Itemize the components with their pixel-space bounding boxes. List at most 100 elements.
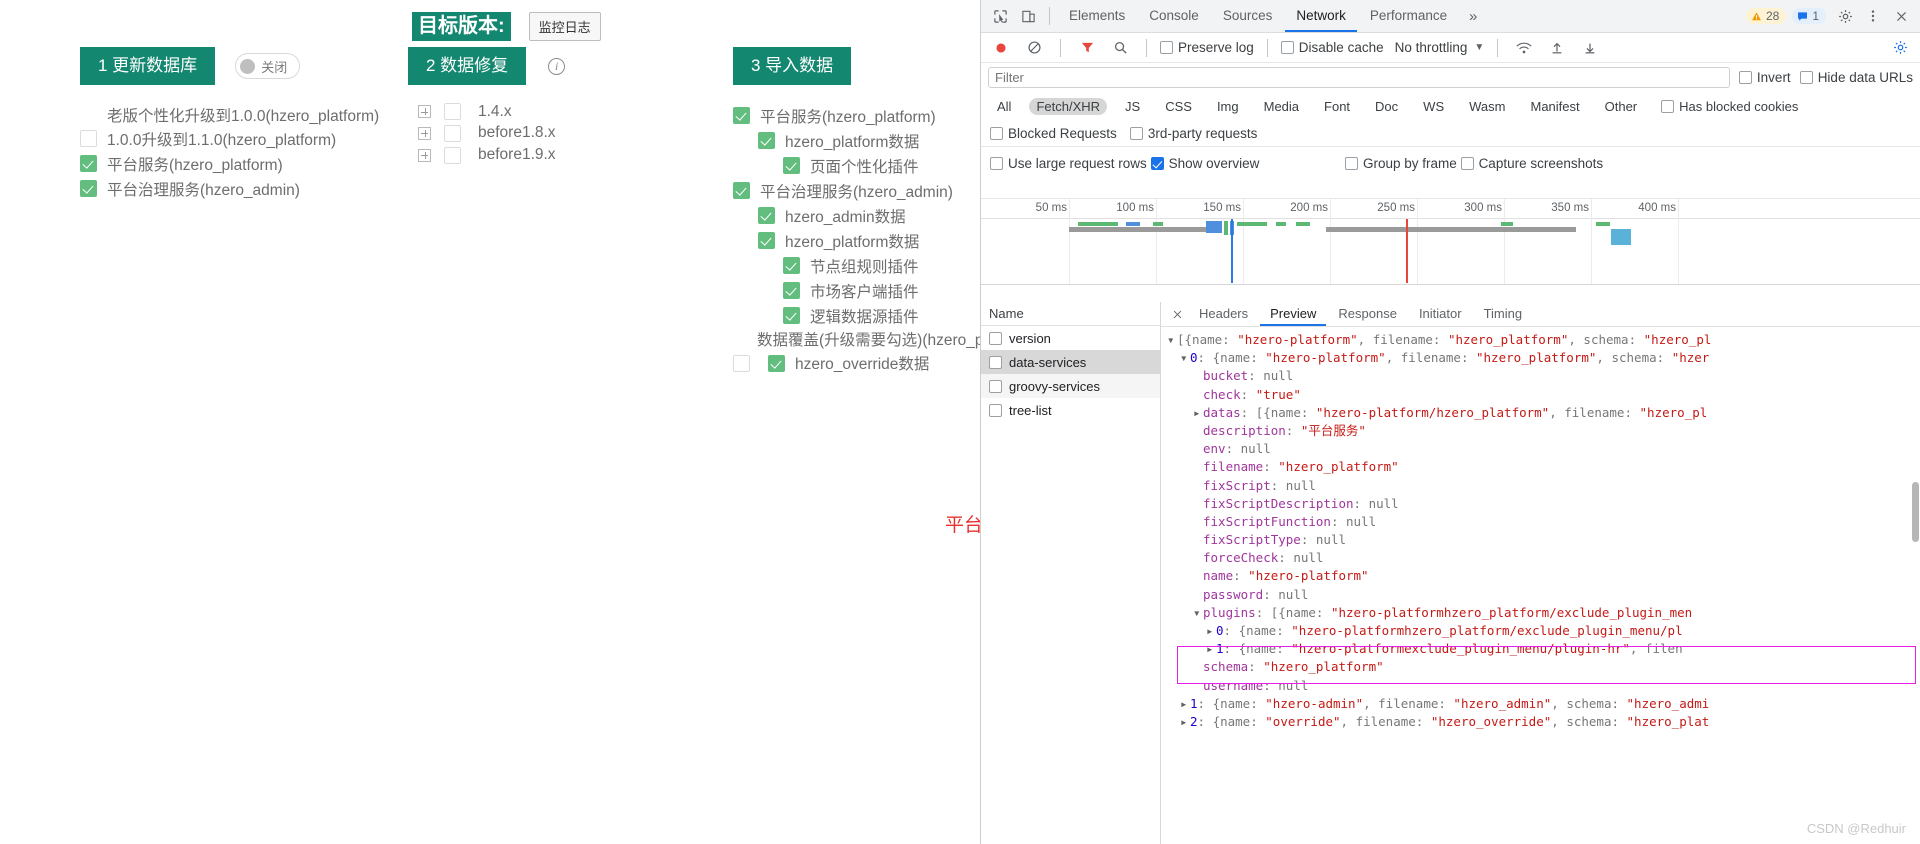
tree-node[interactable]: hzero_platform数据 (758, 128, 953, 153)
json-line[interactable]: 0: {name: "hzero-platformhzero_platform/… (1167, 622, 1920, 640)
filter-input[interactable] (988, 67, 1730, 88)
filter-manifest[interactable]: Manifest (1523, 98, 1586, 115)
checkbox[interactable] (758, 207, 775, 224)
json-line[interactable]: check: "true" (1167, 386, 1920, 404)
has-blocked-cookies-checkbox[interactable]: Has blocked cookies (1661, 99, 1798, 114)
info-icon[interactable]: i (548, 57, 566, 75)
filter-fetch-xhr[interactable]: Fetch/XHR (1029, 97, 1108, 115)
json-line[interactable]: description: "平台服务" (1167, 422, 1920, 440)
tree-node[interactable]: 平台治理服务(hzero_admin) (733, 178, 953, 203)
kebab-menu-icon[interactable] (1860, 4, 1886, 28)
list-item[interactable]: 1.4.x (418, 101, 556, 122)
json-line[interactable]: 1: {name: "hzero-admin", filename: "hzer… (1167, 695, 1920, 713)
network-conditions-icon[interactable] (1511, 36, 1537, 60)
json-line[interactable]: plugins: [{name: "hzero-platformhzero_pl… (1167, 604, 1920, 622)
clear-no-entry-icon[interactable] (1021, 36, 1047, 60)
disclosure-triangle-icon[interactable] (1206, 622, 1216, 640)
tree-node[interactable]: hzero_platform数据 (758, 228, 953, 253)
expand-icon[interactable] (418, 105, 431, 118)
disclosure-triangle-icon[interactable] (1180, 713, 1190, 731)
json-preview[interactable]: [{name: "hzero-platform", filename: "hze… (1161, 327, 1920, 731)
json-line[interactable]: 1: {name: "hzero-platformexclude_plugin_… (1167, 640, 1920, 658)
checkbox[interactable] (1150, 157, 1164, 170)
disable-cache-checkbox[interactable]: Disable cache (1280, 40, 1384, 55)
request-row[interactable]: data-services (981, 350, 1160, 374)
filter-other[interactable]: Other (1598, 98, 1645, 115)
network-overview-timeline[interactable]: 50 ms 100 ms 150 ms 200 ms 250 ms 300 ms… (981, 199, 1920, 285)
tree-node[interactable]: 节点组规则插件 (783, 253, 953, 278)
network-settings-gear-icon[interactable] (1887, 36, 1913, 60)
json-line[interactable]: fixScript: null (1167, 477, 1920, 495)
checkbox-outer[interactable] (733, 354, 750, 372)
disclosure-triangle-icon[interactable] (1167, 331, 1177, 349)
checkbox[interactable] (80, 180, 97, 197)
filter-ws[interactable]: WS (1416, 98, 1451, 115)
list-item[interactable]: before1.8.x (418, 122, 556, 144)
checkbox[interactable] (1799, 71, 1813, 84)
request-row[interactable]: tree-list (981, 398, 1160, 422)
close-icon[interactable] (1888, 4, 1914, 28)
checkbox[interactable] (783, 157, 800, 174)
request-row[interactable]: version (981, 326, 1160, 350)
device-toolbar-icon[interactable] (1015, 4, 1041, 28)
show-overview-checkbox[interactable]: Show overview (1150, 151, 1259, 176)
json-line[interactable]: bucket: null (1167, 367, 1920, 385)
disclosure-triangle-icon[interactable] (1180, 349, 1190, 367)
checkbox[interactable] (1280, 41, 1294, 54)
warning-badge[interactable]: 28 (1745, 8, 1787, 24)
use-large-rows-checkbox[interactable]: Use large request rows (990, 151, 1147, 176)
disclosure-triangle-icon[interactable] (1193, 604, 1203, 622)
tab-preview[interactable]: Preview (1260, 302, 1327, 326)
tree-node[interactable]: 市场客户端插件 (783, 278, 953, 303)
gear-icon[interactable] (1832, 4, 1858, 28)
checkbox[interactable] (1661, 99, 1675, 113)
tab-elements[interactable]: Elements (1058, 0, 1136, 32)
disclosure-triangle-icon[interactable] (1193, 404, 1203, 422)
filter-js[interactable]: JS (1118, 98, 1147, 115)
disclosure-triangle-icon[interactable] (1206, 640, 1216, 658)
checkbox[interactable] (783, 257, 800, 274)
export-har-icon[interactable] (1577, 36, 1603, 60)
throttling-select[interactable]: No throttling (1395, 40, 1468, 55)
funnel-filter-icon[interactable] (1074, 36, 1100, 60)
json-line[interactable]: fixScriptDescription: null (1167, 495, 1920, 513)
request-row[interactable]: groovy-services (981, 374, 1160, 398)
filter-doc[interactable]: Doc (1368, 98, 1405, 115)
disclosure-triangle-icon[interactable] (1180, 695, 1190, 713)
tab-initiator[interactable]: Initiator (1409, 302, 1472, 326)
request-checkbox[interactable] (989, 403, 1002, 417)
filter-css[interactable]: CSS (1158, 98, 1199, 115)
json-line[interactable]: name: "hzero-platform" (1167, 567, 1920, 585)
checkbox[interactable] (444, 103, 461, 120)
json-line[interactable]: forceCheck: null (1167, 549, 1920, 567)
tree-node[interactable]: hzero_admin数据 (758, 203, 953, 228)
filter-font[interactable]: Font (1317, 98, 1357, 115)
checkbox[interactable] (1129, 126, 1143, 140)
checkbox[interactable] (1160, 41, 1173, 54)
tree-node[interactable]: 页面个性化插件 (783, 153, 953, 178)
list-item[interactable]: 平台治理服务(hzero_admin) (80, 176, 510, 201)
json-line[interactable]: 0: {name: "hzero-platform", filename: "h… (1167, 349, 1920, 367)
tab-response[interactable]: Response (1328, 302, 1407, 326)
checkbox[interactable] (444, 146, 461, 164)
tab-timing[interactable]: Timing (1474, 302, 1533, 326)
json-line[interactable]: fixScriptFunction: null (1167, 513, 1920, 531)
expand-icon[interactable] (418, 126, 431, 140)
checkbox[interactable] (1345, 157, 1358, 170)
list-item[interactable]: before1.9.x (418, 144, 556, 166)
checkbox[interactable] (783, 282, 800, 299)
record-circle-icon[interactable] (988, 36, 1014, 60)
scrollbar-thumb[interactable] (1912, 482, 1919, 542)
checkbox[interactable] (768, 354, 785, 372)
expand-icon[interactable] (418, 148, 431, 162)
tab-performance[interactable]: Performance (1359, 0, 1458, 32)
tab-console[interactable]: Console (1138, 0, 1210, 32)
invert-checkbox[interactable]: Invert (1738, 70, 1791, 85)
checkbox[interactable] (444, 124, 461, 142)
blocked-requests-checkbox[interactable]: Blocked Requests (990, 126, 1117, 141)
message-badge[interactable]: 1 (1792, 8, 1826, 24)
request-checkbox[interactable] (989, 379, 1002, 393)
data-repair-button[interactable]: 2 数据修复 (408, 47, 527, 85)
hide-data-urls-checkbox[interactable]: Hide data URLs (1799, 70, 1913, 85)
checkbox[interactable] (80, 130, 97, 147)
